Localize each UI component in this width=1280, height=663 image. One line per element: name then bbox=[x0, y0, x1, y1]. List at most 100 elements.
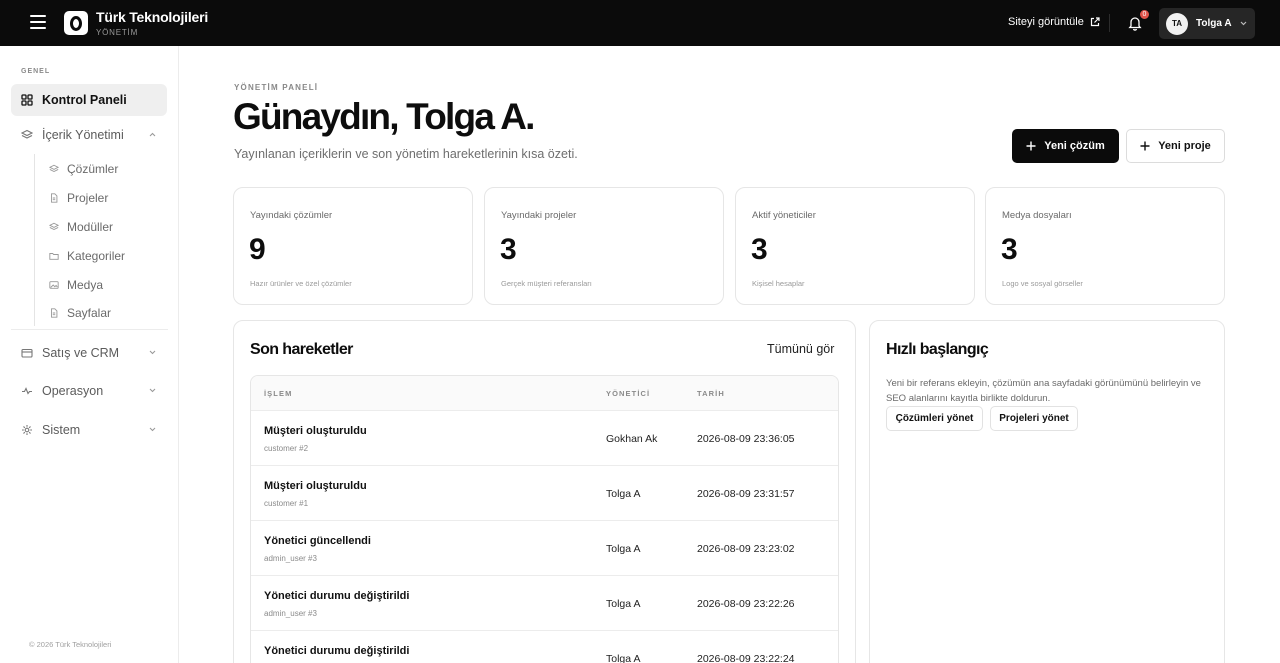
manage-projects-button[interactable]: Projeleri yönet bbox=[990, 406, 1078, 431]
sidebar-divider bbox=[11, 329, 168, 330]
row-reference: customer #2 bbox=[264, 444, 309, 453]
recent-activity-title: Son hareketler bbox=[250, 341, 353, 358]
quick-start-panel: Hızlı başlangıç Yeni bir referans ekleyi… bbox=[869, 320, 1225, 663]
stat-label: Yayındaki çözümler bbox=[250, 210, 333, 221]
row-date: 2026-08-09 23:36:05 bbox=[697, 433, 795, 445]
sidebar-item-sales-crm[interactable]: Satış ve CRM bbox=[11, 337, 167, 369]
recent-activity-panel: Son hareketler Tümünü gör İŞLEM YÖNETİCİ… bbox=[233, 320, 856, 663]
row-admin: Tolga A bbox=[606, 653, 641, 663]
sidebar-item-label: Kontrol Paneli bbox=[42, 93, 127, 107]
stat-note: Kişisel hesaplar bbox=[752, 279, 805, 288]
view-site-label: Siteyi görüntüle bbox=[1008, 16, 1084, 28]
sidebar-item-label: Sistem bbox=[42, 423, 81, 437]
row-operation: Yönetici durumu değiştirildi bbox=[264, 590, 410, 602]
row-operation: Müşteri oluşturuldu bbox=[264, 480, 367, 492]
row-admin: Tolga A bbox=[606, 543, 641, 555]
brand-name[interactable]: Türk Teknolojileri bbox=[96, 9, 208, 25]
row-admin: Tolga A bbox=[606, 488, 641, 500]
sidebar-section-label: GENEL bbox=[21, 68, 51, 75]
page-title: Günaydın, Tolga A. bbox=[233, 96, 535, 137]
row-date: 2026-08-09 23:23:02 bbox=[697, 543, 795, 555]
stat-value: 3 bbox=[751, 233, 768, 266]
page-eyebrow: YÖNETİM PANELİ bbox=[234, 83, 319, 92]
sidebar-subitem-media[interactable]: Medya bbox=[49, 272, 167, 298]
sidebar-subitem-modules[interactable]: Modüller bbox=[49, 214, 167, 240]
sidebar-subitem-label: Modüller bbox=[67, 220, 114, 234]
sidebar-subitem-pages[interactable]: Sayfalar bbox=[49, 300, 167, 326]
layers-icon bbox=[21, 129, 33, 139]
header-divider bbox=[1109, 14, 1110, 32]
chevron-down-icon bbox=[149, 427, 156, 432]
row-date: 2026-08-09 23:22:26 bbox=[697, 598, 795, 610]
submenu-tree-line bbox=[34, 154, 35, 326]
sidebar-subitem-label: Medya bbox=[67, 278, 104, 292]
sidebar-subitem-label: Kategoriler bbox=[67, 249, 126, 263]
avatar: TA bbox=[1166, 12, 1188, 35]
plus-icon bbox=[1026, 141, 1036, 151]
stat-label: Medya dosyaları bbox=[1002, 210, 1072, 221]
row-date: 2026-08-09 23:22:24 bbox=[697, 653, 795, 663]
table-row[interactable]: Yönetici durumu değiştirildi Tolga A 202… bbox=[251, 631, 838, 663]
quick-start-description: Yeni bir referans ekleyin, çözümün ana s… bbox=[886, 378, 1201, 404]
row-operation: Müşteri oluşturuldu bbox=[264, 425, 367, 437]
sidebar-subitem-label: Projeler bbox=[67, 191, 109, 205]
table-row[interactable]: Müşteri oluşturuldu customer #1 Tolga A … bbox=[251, 466, 838, 521]
view-site-link[interactable]: Siteyi görüntüle bbox=[1008, 16, 1100, 28]
stat-card-solutions: Yayındaki çözümler 9 Hazır ürünler ve öz… bbox=[233, 187, 473, 305]
column-header-operation: İŞLEM bbox=[264, 389, 293, 398]
row-reference: customer #1 bbox=[264, 499, 309, 508]
table-row[interactable]: Müşteri oluşturuldu customer #2 Gokhan A… bbox=[251, 411, 838, 466]
quick-start-title: Hızlı başlangıç bbox=[886, 341, 989, 358]
sidebar-item-dashboard[interactable]: Kontrol Paneli bbox=[11, 84, 167, 116]
sidebar-item-operations[interactable]: Operasyon bbox=[11, 375, 167, 407]
chevron-up-icon bbox=[149, 132, 156, 137]
grid-icon bbox=[21, 94, 33, 106]
top-bar: Türk Teknolojileri YÖNETİM Siteyi görünt… bbox=[0, 0, 1280, 46]
file-icon bbox=[51, 193, 58, 203]
sidebar-subitem-projects[interactable]: Projeler bbox=[49, 185, 167, 211]
gear-icon bbox=[22, 425, 32, 435]
user-menu-button[interactable]: TA Tolga A bbox=[1159, 8, 1255, 39]
row-reference: admin_user #3 bbox=[264, 609, 317, 618]
stat-card-admins: Aktif yöneticiler 3 Kişisel hesaplar bbox=[735, 187, 975, 305]
layers-icon bbox=[49, 222, 59, 231]
manage-solutions-button[interactable]: Çözümleri yönet bbox=[886, 406, 983, 431]
wallet-icon bbox=[21, 348, 33, 358]
activity-icon bbox=[22, 387, 32, 395]
row-operation: Yönetici durumu değiştirildi bbox=[264, 645, 410, 657]
stat-note: Gerçek müşteri referansları bbox=[501, 279, 592, 288]
sidebar-subitem-label: Çözümler bbox=[67, 162, 119, 176]
table-header: İŞLEM YÖNETİCİ TARİH bbox=[251, 376, 838, 411]
sidebar-item-system[interactable]: Sistem bbox=[11, 414, 167, 446]
sidebar-subitem-solutions[interactable]: Çözümler bbox=[49, 156, 167, 182]
stat-value: 3 bbox=[1001, 233, 1018, 266]
chevron-down-icon bbox=[149, 350, 156, 355]
stat-card-projects: Yayındaki projeler 3 Gerçek müşteri refe… bbox=[484, 187, 724, 305]
user-name: Tolga A bbox=[1196, 18, 1232, 29]
see-all-link[interactable]: Tümünü gör bbox=[767, 342, 834, 356]
stat-note: Hazır ürünler ve özel çözümler bbox=[250, 279, 352, 288]
new-project-label: Yeni proje bbox=[1158, 140, 1211, 152]
notification-badge: 0 bbox=[1139, 9, 1150, 20]
row-operation: Yönetici güncellendi bbox=[264, 535, 371, 547]
chevron-down-icon bbox=[149, 388, 156, 393]
table-row[interactable]: Yönetici güncellendi admin_user #3 Tolga… bbox=[251, 521, 838, 576]
sidebar-subitem-categories[interactable]: Kategoriler bbox=[49, 243, 167, 269]
row-admin: Gokhan Ak bbox=[606, 433, 658, 445]
brand-logo-icon[interactable] bbox=[64, 11, 88, 35]
stat-note: Logo ve sosyal görseller bbox=[1002, 279, 1083, 288]
sidebar-item-content[interactable]: İçerik Yönetimi bbox=[11, 119, 167, 151]
new-solution-label: Yeni çözüm bbox=[1044, 140, 1105, 152]
activity-table: İŞLEM YÖNETİCİ TARİH Müşteri oluşturuldu… bbox=[250, 375, 839, 663]
hamburger-menu-icon[interactable] bbox=[30, 15, 46, 29]
sidebar-item-label: Satış ve CRM bbox=[42, 346, 120, 360]
plus-icon bbox=[1140, 141, 1150, 151]
column-header-date: TARİH bbox=[697, 389, 725, 398]
sidebar-item-label: Operasyon bbox=[42, 384, 104, 398]
table-row[interactable]: Yönetici durumu değiştirildi admin_user … bbox=[251, 576, 838, 631]
sidebar-subitem-label: Sayfalar bbox=[67, 306, 112, 320]
column-header-admin: YÖNETİCİ bbox=[606, 389, 651, 398]
new-solution-button[interactable]: Yeni çözüm bbox=[1012, 129, 1119, 163]
new-project-button[interactable]: Yeni proje bbox=[1126, 129, 1225, 163]
file-icon bbox=[51, 308, 58, 318]
